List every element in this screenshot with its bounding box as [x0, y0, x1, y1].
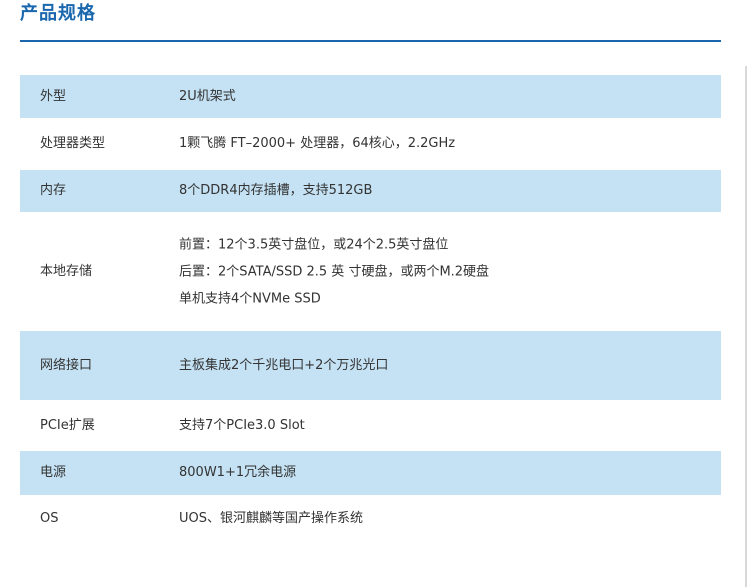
spec-row-processor: 处理器类型 1颗飞腾 FT–2000+ 处理器，64核心，2.2GHz — [20, 118, 721, 170]
spec-row-pcie: PCIe扩展 支持7个PCIe3.0 Slot — [20, 400, 721, 451]
spec-value-line: 2U机架式 — [179, 88, 236, 104]
spec-value-line: 800W1+1冗余电源 — [179, 465, 297, 480]
spec-value: 主板集成2个千兆电口+2个万兆光口 — [179, 357, 388, 375]
spec-value-line: 8个DDR4内存插槽，支持512GB — [179, 183, 373, 198]
spec-label: 本地存储 — [40, 263, 93, 279]
page-title: 产品规格 — [20, 3, 96, 24]
spec-value-line: 前置：12个3.5英寸盘位，或24个2.5英寸盘位 — [179, 237, 449, 252]
spec-row-local-storage: 本地存储 前置：12个3.5英寸盘位，或24个2.5英寸盘位 后置：2个SATA… — [20, 212, 721, 331]
spec-value: 前置：12个3.5英寸盘位，或24个2.5英寸盘位 后置：2个SATA/SSD … — [179, 231, 489, 312]
spec-table: 外型 2U机架式 处理器类型 1颗飞腾 FT–2000+ 处理器，64核心，2.… — [20, 75, 721, 542]
spec-label: OS — [40, 510, 59, 526]
spec-row-power: 电源 800W1+1冗余电源 — [20, 451, 721, 495]
spec-value-line: 支持7个PCIe3.0 Slot — [179, 417, 305, 433]
spec-label: 外型 — [40, 88, 67, 104]
spec-value: 支持7个PCIe3.0 Slot — [179, 417, 305, 435]
spec-row-memory: 内存 8个DDR4内存插槽，支持512GB — [20, 170, 721, 212]
spec-value-line: UOS、银河麒麟等国产操作系统 — [179, 510, 363, 526]
spec-row-appearance: 外型 2U机架式 — [20, 75, 721, 118]
spec-value: 2U机架式 — [179, 88, 236, 106]
spec-value: 800W1+1冗余电源 — [179, 464, 296, 482]
spec-label: 处理器类型 — [40, 136, 106, 151]
spec-value-line: 主板集成2个千兆电口+2个万兆光口 — [179, 357, 389, 373]
spec-label: 电源 — [40, 465, 67, 480]
spec-value-line: 后置：2个SATA/SSD 2.5 英 寸硬盘，或两个M.2硬盘 — [179, 264, 490, 279]
spec-value-line: 单机支持4个NVMe SSD — [179, 291, 321, 306]
spec-value-line: 1颗飞腾 FT–2000+ 处理器，64核心，2.2GHz — [179, 136, 456, 151]
section-header: 产品规格 — [20, 0, 721, 42]
spec-row-network: 网络接口 主板集成2个千兆电口+2个万兆光口 — [20, 331, 721, 400]
spec-label: 内存 — [40, 183, 67, 198]
spec-value: 1颗飞腾 FT–2000+ 处理器，64核心，2.2GHz — [179, 135, 455, 153]
spec-label: PCIe扩展 — [40, 417, 95, 433]
spec-value: 8个DDR4内存插槽，支持512GB — [179, 182, 372, 200]
page-edge-divider — [745, 66, 747, 587]
spec-row-os: OS UOS、银河麒麟等国产操作系统 — [20, 495, 721, 542]
spec-label: 网络接口 — [40, 357, 93, 373]
spec-value: UOS、银河麒麟等国产操作系统 — [179, 510, 363, 528]
